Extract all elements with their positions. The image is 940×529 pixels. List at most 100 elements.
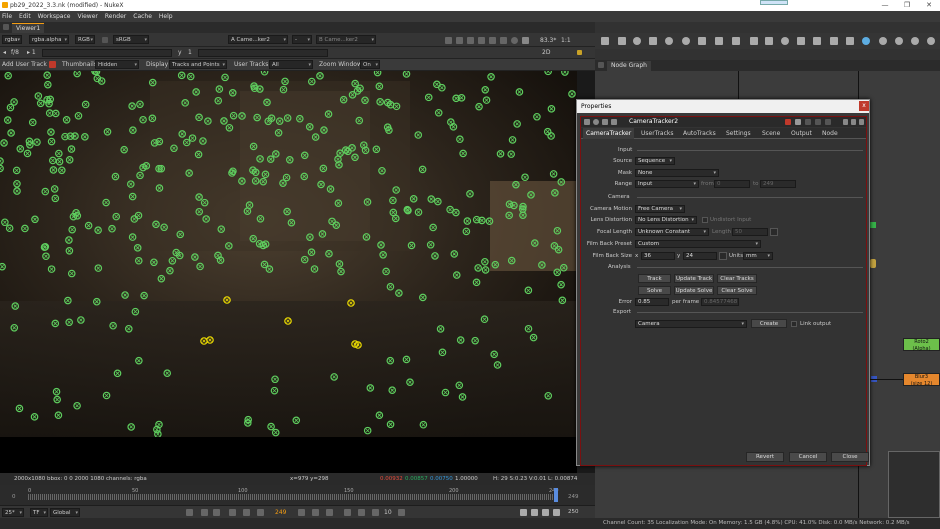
- length-input[interactable]: 50: [732, 228, 768, 236]
- source-dropdown[interactable]: Sequence: [635, 157, 675, 165]
- menu-workspace[interactable]: Workspace: [38, 13, 71, 20]
- channels-dropdown[interactable]: rgba: [2, 35, 22, 44]
- mask-overlay-icon[interactable]: [478, 37, 485, 44]
- global-dropdown[interactable]: Global: [50, 508, 80, 517]
- bounce-icon[interactable]: [531, 509, 538, 516]
- tab-node[interactable]: Node: [819, 128, 841, 139]
- camera-motion-dropdown[interactable]: Free Camera: [635, 205, 685, 213]
- tab-scene[interactable]: Scene: [759, 128, 783, 139]
- toolsets-node-icon[interactable]: [830, 37, 838, 45]
- node-name[interactable]: CameraTracker2: [629, 118, 678, 125]
- prev-keyframe-icon[interactable]: [213, 509, 220, 516]
- metadata-node-icon[interactable]: [813, 37, 821, 45]
- play-backward-icon[interactable]: [243, 509, 250, 516]
- fps-dropdown[interactable]: 25*: [2, 508, 24, 517]
- gain-slider[interactable]: [42, 49, 172, 57]
- film-back-x-input[interactable]: 36: [641, 252, 675, 260]
- color-node-icon[interactable]: [665, 37, 673, 45]
- step-back-icon[interactable]: [229, 509, 236, 516]
- channel-node-icon[interactable]: [649, 37, 657, 45]
- close-window-button[interactable]: ✕: [918, 0, 940, 11]
- 3d-node-icon[interactable]: [750, 37, 758, 45]
- undo-icon[interactable]: [805, 119, 811, 125]
- revert-button[interactable]: Revert: [746, 452, 784, 462]
- tab-output[interactable]: Output: [788, 128, 815, 139]
- refresh-icon[interactable]: [511, 37, 518, 44]
- search-icon[interactable]: [927, 37, 935, 45]
- pause-icon[interactable]: [522, 37, 529, 44]
- node-stub[interactable]: [870, 259, 876, 268]
- menu-viewer[interactable]: Viewer: [77, 13, 97, 20]
- playhead[interactable]: [554, 488, 558, 502]
- node-color-swatch[interactable]: [785, 119, 791, 125]
- loop-icon[interactable]: [520, 509, 527, 516]
- float-panel-icon[interactable]: [851, 119, 856, 125]
- clear-tracks-button[interactable]: Clear Tracks: [717, 274, 757, 283]
- stop-icon[interactable]: [358, 509, 365, 516]
- close-panel-icon[interactable]: [859, 119, 864, 125]
- zoom-ratio[interactable]: 1:1: [561, 36, 571, 45]
- tab-usertracks[interactable]: UserTracks: [638, 128, 677, 139]
- properties-close-icon[interactable]: x: [859, 101, 869, 111]
- center-icon[interactable]: [593, 119, 599, 125]
- node-graph-minimap[interactable]: [888, 451, 940, 518]
- step-forward-icon[interactable]: [312, 509, 319, 516]
- length-animation-button[interactable]: [770, 228, 778, 236]
- prev-icon[interactable]: ◂: [3, 48, 6, 57]
- update-solve-button[interactable]: Update Solve: [674, 286, 714, 295]
- pane-menu-icon[interactable]: [3, 24, 9, 30]
- timeline-ruler[interactable]: 0 50 100 150 200 249: [28, 488, 559, 500]
- create-button[interactable]: Create: [751, 319, 787, 328]
- help-icon[interactable]: [843, 119, 848, 125]
- input-b-dropdown[interactable]: B Came...ker2: [316, 35, 376, 44]
- compare-op-dropdown[interactable]: -: [292, 35, 312, 44]
- track-button[interactable]: Track: [638, 274, 671, 283]
- focal-length-dropdown[interactable]: Unknown Constant: [635, 228, 709, 236]
- mask-dropdown[interactable]: None: [635, 169, 719, 177]
- collapse-icon[interactable]: [584, 119, 590, 125]
- lens-distortion-dropdown[interactable]: No Lens Distortion: [635, 216, 697, 224]
- time-node-icon[interactable]: [633, 37, 641, 45]
- frame-range-end[interactable]: 250: [568, 509, 579, 515]
- film-back-animation-button[interactable]: [719, 252, 727, 260]
- deep-node-icon[interactable]: [781, 37, 789, 45]
- maximize-button[interactable]: ❐: [896, 0, 918, 11]
- add-user-track-button[interactable]: Add User Track: [2, 60, 47, 69]
- particles-node-icon[interactable]: [765, 37, 773, 45]
- menu-cache[interactable]: Cache: [133, 13, 152, 20]
- draw-node-icon[interactable]: [618, 37, 626, 45]
- menu-edit[interactable]: Edit: [19, 13, 31, 20]
- blur-node[interactable]: Blur3 (size 12): [903, 373, 940, 387]
- close-button[interactable]: Close: [831, 452, 869, 462]
- solve-button[interactable]: Solve: [638, 286, 671, 295]
- lock-range-icon[interactable]: [553, 509, 560, 516]
- first-frame-icon[interactable]: [201, 509, 208, 516]
- viewer-viewport[interactable]: [0, 71, 577, 437]
- pencil-icon[interactable]: [577, 50, 582, 55]
- input-a-dropdown[interactable]: A Came...ker2: [228, 35, 288, 44]
- tab-viewer1[interactable]: Viewer1: [12, 23, 45, 33]
- in-out-icon[interactable]: [186, 509, 193, 516]
- lut-icon[interactable]: [102, 37, 108, 43]
- tab-cameratracker[interactable]: CameraTracker: [583, 128, 635, 139]
- image-node-icon[interactable]: [601, 37, 609, 45]
- transform-node-icon[interactable]: [732, 37, 740, 45]
- gamma-slider[interactable]: [198, 49, 328, 57]
- settings-gear-icon[interactable]: [911, 37, 919, 45]
- menu-help[interactable]: Help: [159, 13, 173, 20]
- overlay-icon[interactable]: [467, 37, 474, 44]
- tab-settings[interactable]: Settings: [723, 128, 754, 139]
- play-forward-icon[interactable]: [298, 509, 305, 516]
- minimize-button[interactable]: —: [874, 0, 896, 11]
- redo-icon[interactable]: [815, 119, 821, 125]
- color-icon[interactable]: [602, 119, 608, 125]
- frame-increment[interactable]: 10: [384, 509, 392, 516]
- cache-icon[interactable]: [542, 509, 549, 516]
- keyer-node-icon[interactable]: [698, 37, 706, 45]
- delete-track-icon[interactable]: [49, 61, 56, 68]
- revert-icon[interactable]: [825, 119, 831, 125]
- zoom-level[interactable]: 83.3*: [540, 36, 556, 45]
- view-mode[interactable]: 2D: [542, 48, 550, 57]
- pane-menu-icon[interactable]: [598, 62, 604, 68]
- merge-node-icon[interactable]: [715, 37, 723, 45]
